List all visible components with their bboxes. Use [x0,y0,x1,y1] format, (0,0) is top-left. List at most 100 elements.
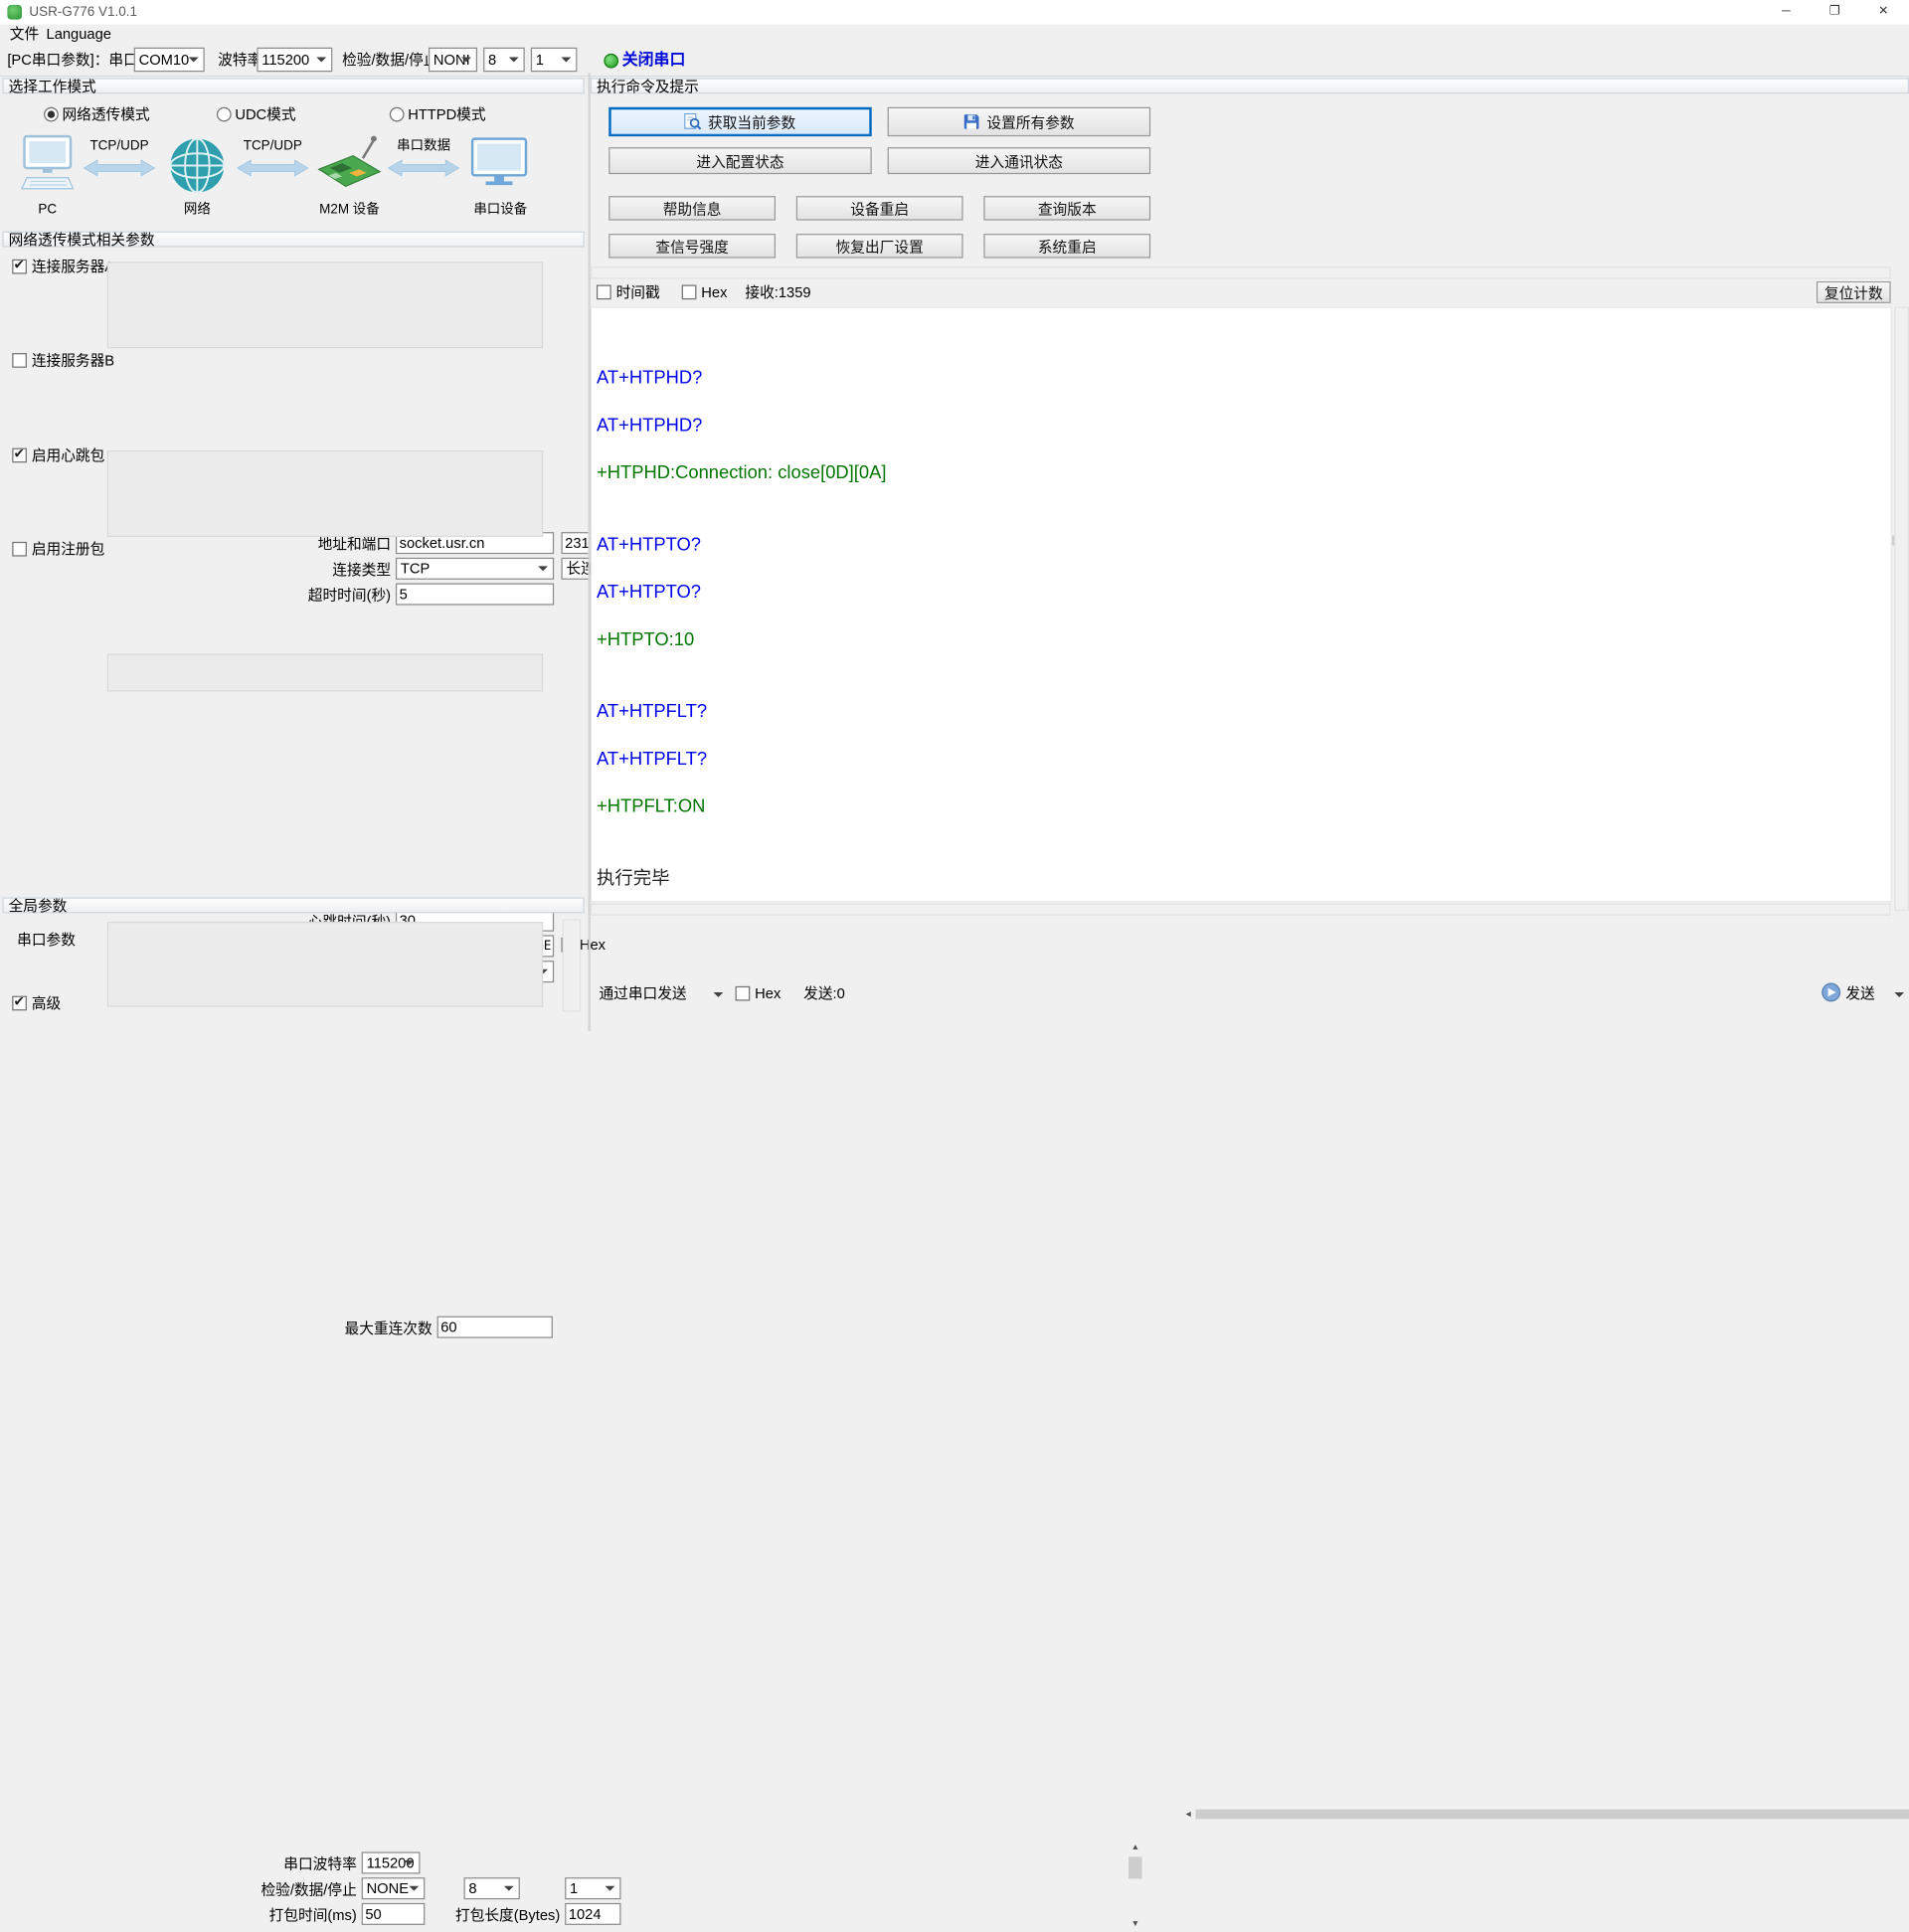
baud-label: 波特率 [218,50,261,70]
network-label: 网络 [168,200,227,220]
server-b-checkbox[interactable] [12,353,27,368]
timeout-input[interactable] [396,584,554,606]
reconnect-input[interactable] [437,1317,553,1338]
enter-comm-button[interactable]: 进入通讯状态 [888,147,1150,174]
radio-transparent-mode[interactable] [44,107,59,122]
query-signal-button[interactable]: 查信号强度 [608,234,776,258]
log-line: AT+HTPHD? [597,402,1891,449]
app-window: USR-G776 V1.0.1 ─ ❐ ✕ 文件 Language [PC串口参… [0,0,1909,1031]
radio-transparent-mode-label[interactable]: 网络透传模式 [62,104,149,124]
log-line [597,663,1891,687]
g-baud-select[interactable]: 115200 [362,1851,421,1873]
send-button[interactable]: 发送 [1845,981,1906,1005]
baud-select[interactable]: 115200 [257,48,332,72]
scroll-left-icon[interactable]: ◄ [1182,1808,1194,1820]
reset-count-button[interactable]: 复位计数 [1817,281,1891,303]
log-line: +HTPTO:10 [597,616,1891,664]
reconnect-fieldbox: 最大重连次数 [107,654,543,692]
network-globe-icon [168,136,227,195]
log-line: AT+HTPTO? [597,521,1891,569]
save-icon [963,113,980,130]
g-frame-label: 检验/数据/停止 [230,1880,356,1900]
com-port-select[interactable]: COM10 [134,48,205,72]
maximize-icon[interactable]: ❐ [1817,0,1853,24]
log-hscrollbar[interactable]: ◄ ► [591,904,1891,916]
scroll-down-icon[interactable]: ▼ [1127,1916,1144,1932]
advanced-checkbox[interactable] [12,996,27,1011]
send-count: 发送:0 [803,983,845,1003]
get-params-button[interactable]: 获取当前参数 [608,107,871,136]
recv-hex-label[interactable]: Hex [701,282,727,302]
register-label[interactable]: 启用注册包 [32,539,104,559]
radio-httpd-mode-label[interactable]: HTTPD模式 [408,104,485,124]
stopbits-select[interactable]: 1 [531,48,578,72]
send-hex-checkbox[interactable] [736,986,751,1001]
receive-log[interactable]: AT+HTPHD? AT+HTPHD? +HTPHD:Connection: c… [591,307,1892,903]
server-a-checkbox[interactable] [12,260,27,274]
server-a-label[interactable]: 连接服务器A [32,257,114,276]
g-stopbits-select[interactable]: 1 [565,1877,620,1899]
send-icon[interactable] [1822,982,1841,1002]
register-checkbox[interactable] [12,542,27,557]
server-a-fieldbox: 地址和端口 连接类型 TCP 长连 超时时间(秒) [107,262,543,348]
scrollbar-thumb[interactable] [1195,1810,1909,1820]
factory-reset-button[interactable]: 恢复出厂设置 [796,234,963,258]
arrow3-label: 串口数据 [387,136,459,156]
command-hscrollbar[interactable]: ◄ ► [591,266,1891,278]
menu-file[interactable]: 文件 [5,24,44,44]
close-icon[interactable]: ✕ [1865,0,1902,24]
menu-language[interactable]: Language [42,24,116,44]
radio-udc-mode-label[interactable]: UDC模式 [235,104,295,124]
arrow-left-right-icon [387,158,459,178]
timestamp-label[interactable]: 时间戳 [616,282,660,302]
device-restart-button[interactable]: 设备重启 [796,196,963,220]
pack-time-label: 打包时间(ms) [230,1905,356,1925]
parity-select[interactable]: NONI [429,48,477,72]
heartbeat-label[interactable]: 启用心跳包 [32,445,104,465]
server-b-label[interactable]: 连接服务器B [32,351,114,371]
menu-bar: 文件 Language [0,24,1909,44]
conn-type-select[interactable]: TCP [396,558,554,580]
heartbeat-checkbox[interactable] [12,448,27,463]
send-hex-label[interactable]: Hex [755,983,781,1003]
serial-toolbar: [PC串口参数]：串口号 COM10 波特率 115200 检验/数据/停止 N… [0,44,1909,77]
log-line [597,830,1891,854]
timestamp-checkbox[interactable] [597,285,611,300]
close-serial-button[interactable]: 关闭串口 [622,50,686,70]
m2m-device-icon [316,131,382,197]
scrollbar-thumb[interactable] [1128,1856,1141,1878]
heartbeat-fieldbox: 心跳时间(秒) 心跳数据 Hex 心跳发送方式 向服务器发送心跳包 [107,450,543,537]
send-via-dropdown[interactable]: 通过串口发送 [599,981,725,1005]
serial-device-label: 串口设备 [462,200,538,220]
title-bar: USR-G776 V1.0.1 ─ ❐ ✕ [0,0,1909,24]
g-parity-select[interactable]: NONE [362,1877,426,1899]
m2m-label: M2M 设备 [304,200,395,220]
minimize-icon[interactable]: ─ [1768,0,1805,24]
query-version-button[interactable]: 查询版本 [983,196,1150,220]
pack-len-label: 打包长度(Bytes) [423,1905,560,1925]
log-line [597,497,1891,521]
set-params-button[interactable]: 设置所有参数 [888,107,1150,136]
log-line: 执行完毕 [597,855,1891,903]
magnifier-icon [685,113,702,130]
enter-config-button[interactable]: 进入配置状态 [608,147,871,174]
databits-select[interactable]: 8 [483,48,525,72]
system-restart-button[interactable]: 系统重启 [983,234,1150,258]
arrow1-label: TCP/UDP [83,136,155,156]
pack-time-input[interactable] [362,1903,426,1925]
global-fieldbox: 串口波特率 115200 检验/数据/停止 NONE 8 1 打包时间(ms) … [107,922,543,1007]
radio-httpd-mode[interactable] [390,107,405,122]
help-info-button[interactable]: 帮助信息 [608,196,776,220]
left-panel-scrollbar[interactable]: ▲ ▼ [563,919,581,1011]
g-databits-select[interactable]: 8 [464,1877,520,1899]
recv-hex-checkbox[interactable] [682,285,697,300]
pc-icon [20,134,76,198]
hb-hex-label[interactable]: Hex [580,935,606,955]
radio-udc-mode[interactable] [217,107,232,122]
window-title: USR-G776 V1.0.1 [29,0,137,24]
command-header: 执行命令及提示 [591,78,1909,93]
advanced-label[interactable]: 高级 [32,993,61,1013]
pack-len-input[interactable] [565,1903,620,1925]
scroll-up-icon[interactable]: ▲ [1127,1840,1144,1855]
log-vscrollbar[interactable]: ▲ ▼ [1894,307,1909,911]
